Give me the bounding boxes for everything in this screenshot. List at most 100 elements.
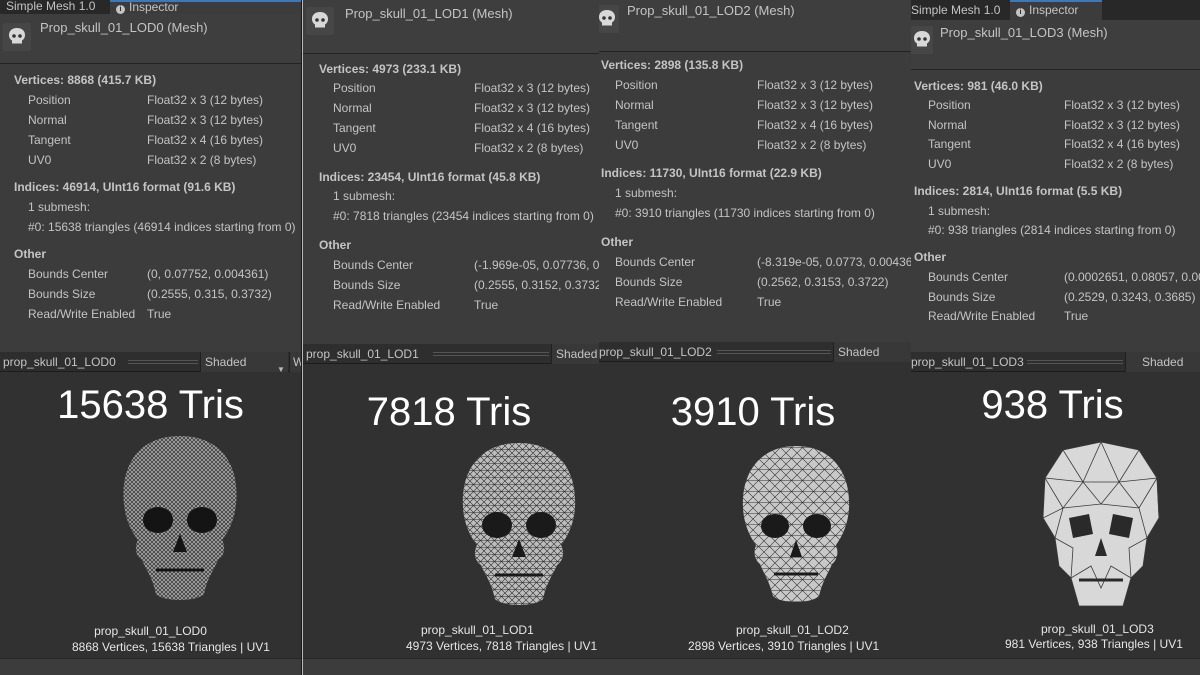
mesh-info: Vertices: 981 (46.0 KB) Position Float32… — [911, 70, 1200, 351]
tab-simple-mesh[interactable]: Simple Mesh 1.0 — [911, 0, 1006, 20]
preview-caption-stats: 8868 Vertices, 15638 Triangles | UV1 — [72, 640, 270, 654]
preview-toolbar: prop_skull_01_LOD1 Shaded — [303, 344, 599, 364]
tab-inspector-label: Inspector — [1029, 3, 1079, 17]
attr-normal-value: Float32 x 3 (12 bytes) — [757, 98, 874, 112]
mesh-title: Prop_skull_01_LOD2 (Mesh) — [627, 3, 795, 18]
preview-caption-name: prop_skull_01_LOD0 — [94, 624, 207, 638]
inspector-panel-lod1: Prop_skull_01_LOD1 (Mesh) Vertices: 4973… — [303, 0, 599, 675]
attr-position-label: Position — [28, 93, 71, 107]
attr-position-value: Float32 x 3 (12 bytes) — [147, 93, 264, 107]
submesh-info: #0: 7818 triangles (23454 indices starti… — [333, 209, 594, 223]
bounds-center-label: Bounds Center — [333, 258, 414, 272]
vertices-heading: Vertices: 2898 (135.8 KB) — [601, 58, 744, 72]
panel-footer — [0, 658, 301, 675]
mesh-thumbnail — [599, 5, 619, 33]
skull-icon — [9, 28, 25, 44]
read-write-label: Read/Write Enabled — [28, 307, 136, 321]
other-heading: Other — [319, 238, 352, 252]
bounds-size-value: (0.2555, 0.3152, 0.3732) — [474, 278, 599, 292]
submesh-count: 1 submesh: — [28, 200, 91, 214]
attr-uv0-label: UV0 — [928, 157, 952, 171]
mesh-preview-viewport[interactable]: 3910 Tris prop_skull_01_LOD2 2898 Vertic… — [599, 362, 911, 675]
mesh-preview-viewport[interactable]: 938 Tris prop_skull_01_LOD3 981 Vertices… — [911, 372, 1200, 675]
inspector-panel-lod2: Prop_skull_01_LOD2 (Mesh) Vertices: 2898… — [599, 0, 911, 675]
bounds-center-value: (0, 0.07752, 0.004361) — [147, 267, 269, 281]
splitter-handle[interactable] — [302, 0, 303, 675]
tab-inspector-label: Inspector — [129, 0, 179, 14]
bounds-size-label: Bounds Size — [615, 275, 683, 289]
read-write-value: True — [147, 307, 172, 321]
shading-mode-dropdown[interactable]: Shaded — [551, 344, 599, 364]
read-write-label: Read/Write Enabled — [928, 309, 1036, 323]
submesh-info: #0: 938 triangles (2814 indices starting… — [928, 223, 1176, 237]
tab-bar: Simple Mesh 1.0 i Inspector — [911, 0, 1200, 20]
attr-tangent-label: Tangent — [928, 137, 971, 151]
skull-mesh-preview — [742, 446, 850, 602]
vertices-heading: Vertices: 4973 (233.1 KB) — [319, 62, 462, 76]
read-write-value: True — [1064, 309, 1089, 323]
bounds-size-label: Bounds Size — [928, 290, 996, 304]
preview-track — [717, 350, 831, 354]
bounds-center-label: Bounds Center — [615, 255, 696, 269]
bounds-center-value: (-1.969e-05, 0.07736, 0.004361) — [474, 258, 599, 272]
shading-mode-dropdown[interactable]: Shaded — [833, 342, 911, 362]
tab-simple-mesh[interactable]: Simple Mesh 1.0 — [0, 0, 101, 14]
wireframe-toggle[interactable]: W — [289, 352, 301, 372]
panel-footer — [303, 658, 599, 675]
attr-tangent-value: Float32 x 4 (16 bytes) — [147, 133, 264, 147]
tab-inspector[interactable]: i Inspector — [1010, 0, 1102, 20]
attr-tangent-label: Tangent — [333, 121, 376, 135]
tab-bar: Simple Mesh 1.0 i Inspector — [0, 0, 301, 14]
bounds-size-label: Bounds Size — [28, 287, 96, 301]
attr-position-label: Position — [615, 78, 658, 92]
mesh-title: Prop_skull_01_LOD0 (Mesh) — [40, 20, 208, 35]
read-write-value: True — [757, 295, 782, 309]
mesh-preview-viewport[interactable]: 7818 Tris prop_skull_01_LOD1 4973 Vertic… — [303, 364, 599, 675]
attr-uv0-label: UV0 — [615, 138, 639, 152]
submesh-count: 1 submesh: — [928, 204, 991, 218]
shading-mode-dropdown[interactable]: Shaded ▼ — [200, 352, 288, 374]
bounds-size-value: (0.2555, 0.315, 0.3732) — [147, 287, 272, 301]
tab-inspector[interactable]: i Inspector — [110, 0, 301, 14]
preview-toolbar: prop_skull_01_LOD2 Shaded — [599, 342, 911, 362]
mesh-info: Vertices: 2898 (135.8 KB) Position Float… — [599, 52, 911, 339]
attr-position-label: Position — [333, 81, 376, 95]
indices-heading: Indices: 46914, UInt16 format (91.6 KB) — [14, 180, 236, 194]
attr-normal-label: Normal — [28, 113, 67, 127]
info-icon: i — [1016, 8, 1025, 17]
mesh-info: Vertices: 8868 (415.7 KB) Position Float… — [0, 64, 301, 349]
indices-heading: Indices: 2814, UInt16 format (5.5 KB) — [914, 184, 1123, 198]
bounds-center-label: Bounds Center — [28, 267, 109, 281]
attr-uv0-value: Float32 x 2 (8 bytes) — [474, 141, 584, 155]
panel-footer — [911, 658, 1200, 675]
attr-normal-value: Float32 x 3 (12 bytes) — [474, 101, 591, 115]
attr-normal-label: Normal — [928, 118, 967, 132]
mesh-info: Vertices: 4973 (233.1 KB) Position Float… — [303, 54, 599, 341]
bounds-size-value: (0.2529, 0.3243, 0.3685) — [1064, 290, 1196, 304]
preview-mesh-name: prop_skull_01_LOD1 — [306, 347, 419, 361]
attr-tangent-value: Float32 x 4 (16 bytes) — [474, 121, 591, 135]
mesh-thumbnail — [306, 7, 334, 35]
other-heading: Other — [14, 247, 47, 261]
mesh-header: Prop_skull_01_LOD2 (Mesh) — [599, 0, 911, 52]
shading-mode-label: Shaded — [205, 355, 247, 369]
preview-track — [1027, 360, 1123, 364]
read-write-value: True — [474, 298, 499, 312]
preview-toolbar: prop_skull_01_LOD0 Shaded ▼ W — [0, 352, 301, 374]
attr-normal-label: Normal — [333, 101, 372, 115]
attr-position-value: Float32 x 3 (12 bytes) — [1064, 98, 1181, 112]
info-icon: i — [116, 5, 125, 14]
mesh-preview-viewport[interactable]: 15638 Tris prop_skull_01_LOD0 8868 Verti… — [0, 372, 301, 675]
mesh-thumbnail — [3, 23, 31, 51]
bounds-center-label: Bounds Center — [928, 270, 1009, 284]
shading-mode-label: Shaded — [556, 347, 598, 361]
shading-mode-dropdown[interactable]: Shaded — [1125, 352, 1200, 372]
attr-tangent-label: Tangent — [28, 133, 71, 147]
preview-caption-name: prop_skull_01_LOD2 — [736, 623, 849, 637]
other-heading: Other — [914, 250, 947, 264]
attr-position-value: Float32 x 3 (12 bytes) — [757, 78, 874, 92]
vertices-heading: Vertices: 981 (46.0 KB) — [914, 79, 1043, 93]
submesh-count: 1 submesh: — [333, 189, 396, 203]
skull-mesh-preview — [1042, 441, 1160, 607]
inspector-panel-lod3: Simple Mesh 1.0 i Inspector Prop_skull_01… — [911, 0, 1200, 675]
